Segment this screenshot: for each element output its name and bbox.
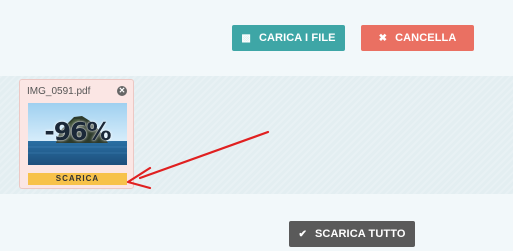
- remove-icon[interactable]: ✕: [117, 86, 127, 96]
- camera-icon: ▩: [241, 32, 251, 44]
- cancel-button[interactable]: ✖ CANCELLA: [361, 25, 474, 51]
- upload-files-button[interactable]: ▩ CARICA I FILE: [232, 25, 345, 51]
- upload-files-label: CARICA I FILE: [258, 32, 336, 44]
- download-all-button[interactable]: ✔ SCARICA TUTTO: [289, 221, 415, 247]
- check-icon: ✔: [298, 228, 307, 240]
- file-thumbnail: -96%: [28, 103, 127, 165]
- upload-progress-text: -96%: [44, 117, 111, 146]
- download-all-label: SCARICA TUTTO: [314, 228, 406, 240]
- close-icon: ✖: [378, 32, 388, 44]
- file-name: IMG_0591.pdf: [27, 86, 91, 97]
- download-button[interactable]: SCARICA: [28, 173, 127, 185]
- file-card: IMG_0591.pdf ✕ -96% SCARICA: [19, 79, 134, 189]
- cancel-label: CANCELLA: [395, 32, 457, 44]
